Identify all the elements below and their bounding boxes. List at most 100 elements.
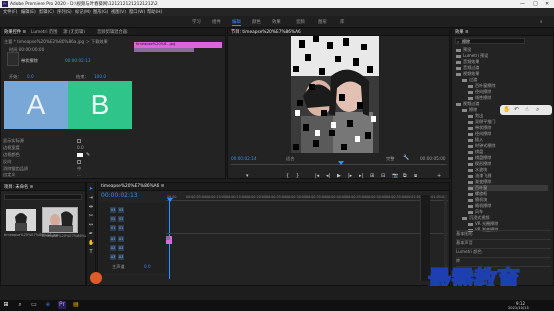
track-v3-toggle[interactable]: V3 — [110, 207, 116, 213]
export-frame-button[interactable]: 📷 — [392, 173, 398, 179]
go-to-in-button[interactable]: |◂ — [315, 173, 319, 179]
start-value[interactable]: 0.0 — [27, 74, 34, 79]
pointer-icon[interactable]: ☝ — [525, 106, 529, 113]
ripple-edit-tool-icon[interactable]: ⇼ — [88, 204, 94, 210]
track-v1-toggle[interactable]: V1 — [110, 225, 116, 231]
timeline-ruler[interactable]: 00:00 00:00:05:00 00:00:10:00 00:00:15:0… — [166, 191, 448, 201]
wrench-icon[interactable]: 🔧 — [403, 155, 409, 161]
add-marker-button[interactable]: ▾ — [246, 173, 249, 179]
tab-effects[interactable]: 效果 ≡ — [455, 29, 469, 35]
vr-view-button[interactable]: ⧈ — [414, 173, 417, 179]
premiere-taskbar-icon[interactable]: Pr — [58, 301, 66, 309]
tab-timeline-sequence[interactable]: timeapse%20%E7%86%A6 ≡ — [101, 184, 164, 189]
menu-marker[interactable]: 标记(M) — [75, 9, 91, 15]
fx-preview-thumb[interactable] — [7, 52, 19, 66]
tab-effect-controls[interactable]: 效果控件 ≡ — [4, 29, 26, 35]
project-thumb-1[interactable] — [6, 209, 36, 231]
lift-button[interactable]: ⊞ — [370, 173, 374, 179]
v1-transition[interactable] — [166, 236, 170, 240]
menu-sequence[interactable]: 序列(S) — [57, 9, 72, 15]
edge-browser-icon[interactable]: e — [44, 301, 52, 309]
workspace-assembly[interactable]: 组件 — [212, 19, 221, 25]
step-back-button[interactable]: ◂| — [326, 173, 330, 179]
track-a2-toggle[interactable]: A2 — [110, 245, 116, 251]
workspace-color[interactable]: 颜色 — [252, 19, 261, 25]
workspace-learn[interactable]: 学习 — [192, 19, 201, 25]
hand-icon[interactable]: ✋ — [503, 106, 510, 113]
panel-essential-graphics[interactable]: 基本图形 — [456, 230, 551, 237]
recorder-icon[interactable] — [90, 272, 102, 284]
track-a3-label[interactable]: A3 — [118, 254, 124, 260]
track-a1-toggle[interactable]: A1 — [110, 236, 116, 242]
button-editor-button[interactable]: + — [437, 173, 441, 179]
eyedropper-icon[interactable]: ✎ — [86, 152, 90, 158]
track-v2-toggle[interactable]: V2 — [110, 216, 116, 222]
file-explorer-icon[interactable]: ▤ — [72, 301, 80, 309]
timeline-timecode[interactable]: 00:00:02:13 — [101, 192, 138, 199]
selection-tool-icon[interactable]: ➤ — [88, 186, 94, 192]
program-video-frame[interactable] — [291, 36, 379, 153]
zoom-icon[interactable]: ⌕ — [536, 106, 539, 114]
program-fit-dropdown[interactable]: 适合 — [286, 156, 294, 162]
task-view-icon[interactable]: ▭ — [30, 301, 38, 309]
search-taskbar-icon[interactable]: ⌕ — [16, 301, 24, 309]
menu-help[interactable]: 帮助(H) — [147, 9, 162, 15]
fx-timecode[interactable]: 00:00:02:13 — [65, 58, 91, 63]
end-value[interactable]: 100.0 — [94, 74, 106, 79]
step-forward-button[interactable]: |▸ — [348, 173, 352, 179]
master-track-value[interactable]: 0.0 — [144, 264, 151, 269]
track-a1-label[interactable]: A1 — [118, 236, 124, 242]
windows-start-icon[interactable]: ⊞ — [2, 301, 10, 309]
project-search-input[interactable] — [4, 194, 82, 200]
track-v1-label[interactable]: V1 — [118, 225, 124, 231]
slip-tool-icon[interactable]: ↔ — [88, 222, 94, 228]
workspace-graphics[interactable]: 图形 — [318, 19, 327, 25]
timeline-playhead-handle[interactable] — [167, 198, 173, 202]
track-a3-toggle[interactable]: A3 — [110, 254, 116, 260]
workspace-audio[interactable]: 音频 — [296, 19, 305, 25]
tab-lumetri-scopes[interactable]: Lumetri 范围 — [31, 29, 57, 35]
menu-file[interactable]: 文件(F) — [3, 9, 17, 15]
tab-project[interactable]: 项目: 未命名 ≡ — [4, 184, 33, 190]
minimize-button[interactable]: — — [520, 1, 525, 7]
show-actual-sources-checkbox[interactable] — [77, 139, 81, 143]
workspace-effects[interactable]: 效果 — [272, 19, 281, 25]
border-color-swatch[interactable] — [77, 153, 83, 157]
menu-graphics[interactable]: 图形(G) — [93, 9, 108, 15]
hand-tool-icon[interactable]: ✋ — [88, 240, 94, 246]
track-select-tool-icon[interactable]: ⇥ — [88, 195, 94, 201]
play-button[interactable]: ▶ — [337, 173, 341, 179]
menu-clip[interactable]: 剪辑(C) — [39, 9, 54, 15]
track-a2-label[interactable]: A2 — [118, 245, 124, 251]
undo-icon[interactable]: ↶ — [514, 106, 519, 113]
menu-window[interactable]: 窗口(W) — [129, 9, 145, 15]
program-playhead[interactable] — [338, 161, 344, 165]
tab-audio-clip-mixer[interactable]: 音频剪辑混合器: — [97, 29, 129, 35]
type-tool-icon[interactable]: T — [88, 249, 94, 255]
search-icon[interactable]: ⌕ — [540, 19, 542, 25]
panel-essential-sound[interactable]: 基本声音 — [456, 239, 551, 246]
project-thumb-2[interactable] — [42, 207, 78, 233]
maximize-button[interactable]: □ — [533, 1, 538, 7]
fx-transition-bar[interactable] — [134, 48, 194, 52]
mark-out-button[interactable]: } — [296, 173, 299, 179]
go-to-out-button[interactable]: ▸| — [359, 173, 363, 179]
program-quality-dropdown[interactable]: 完整 — [386, 156, 394, 162]
track-v3-label[interactable]: V3 — [118, 207, 124, 213]
workspace-editing[interactable]: 编辑 — [232, 19, 241, 26]
tab-source[interactable]: 源:(无剪辑) — [63, 29, 85, 35]
extract-button[interactable]: ⊟ — [381, 173, 385, 179]
border-width-value[interactable]: 0.0 — [77, 145, 84, 150]
comparison-view-button[interactable]: ⧉ — [403, 173, 407, 179]
tab-program[interactable]: 节目: timeapse%20%E7%86%A6 — [231, 29, 301, 35]
track-v2-label[interactable]: V2 — [118, 216, 124, 222]
workspace-libraries[interactable]: 库 — [340, 19, 344, 25]
mark-in-button[interactable]: { — [286, 173, 289, 179]
razor-tool-icon[interactable]: ✂ — [88, 213, 94, 219]
program-timecode-left[interactable]: 00:00:02:14 — [231, 156, 257, 161]
menu-view[interactable]: 视图(V) — [111, 9, 126, 15]
pen-tool-icon[interactable]: ✒ — [88, 231, 94, 237]
close-button[interactable]: ✕ — [545, 1, 549, 7]
panel-lumetri-color[interactable]: Lumetri 颜色 — [456, 248, 551, 255]
custom-button[interactable]: ... — [77, 172, 81, 177]
